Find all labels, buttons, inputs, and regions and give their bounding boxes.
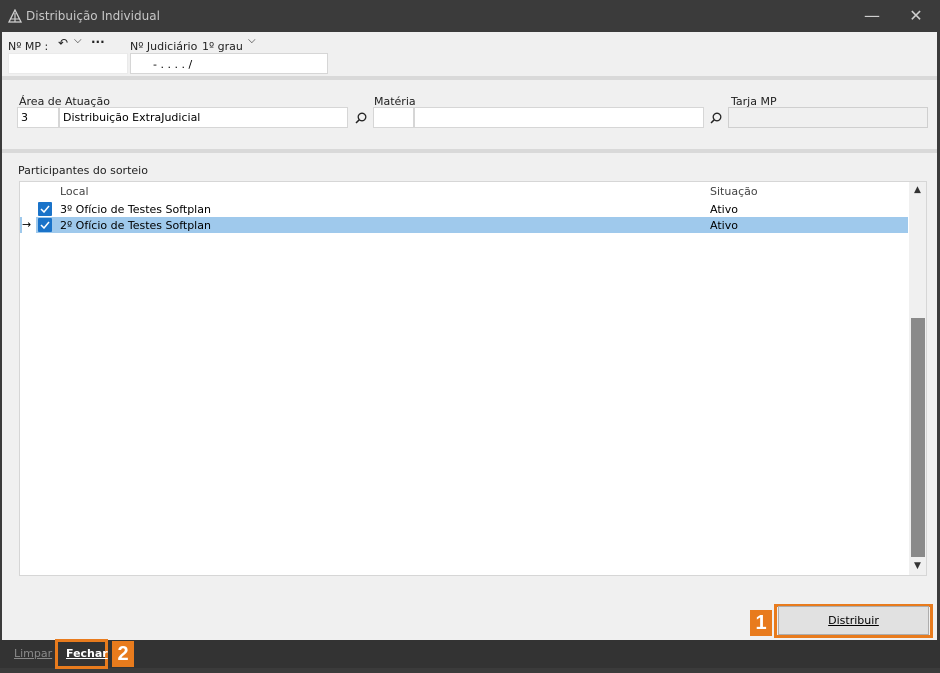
table-header: Local Situação — [20, 183, 908, 199]
table-row-selected[interactable]: → 2º Ofício de Testes Softplan Ativo — [20, 217, 908, 233]
grau-select[interactable]: 1º grau — [202, 40, 243, 53]
close-button[interactable]: ✕ — [906, 6, 926, 26]
callout-number-2: 2 — [112, 641, 134, 667]
cell-situacao: Ativo — [710, 219, 738, 232]
title-bar: Distribuição Individual — ✕ — [0, 0, 940, 32]
mp-label: Nº MP : — [8, 40, 49, 53]
participants-table: Local Situação 3º Ofício de Testes Softp… — [19, 181, 927, 576]
section-divider-2 — [2, 149, 937, 153]
checkmark-icon — [40, 221, 50, 230]
grau-chevron-down-icon[interactable]: ⌵ — [248, 35, 256, 46]
section-divider — [2, 76, 937, 80]
row-checkbox[interactable] — [38, 202, 52, 216]
mp-number-field[interactable] — [8, 53, 128, 74]
minimize-button[interactable]: — — [862, 6, 882, 26]
fechar-button[interactable]: Fechar — [66, 647, 108, 660]
judiciario-number-field[interactable]: - . . . . / — [130, 53, 328, 74]
judiciario-label: Nº Judiciário — [130, 40, 198, 53]
distribuir-button[interactable]: Distribuir — [778, 606, 929, 635]
area-search-icon[interactable] — [355, 112, 367, 124]
materia-search-icon[interactable] — [710, 112, 722, 124]
judiciario-mask: - . . . . / — [153, 58, 193, 71]
bottom-toolbar: Limpar Fechar 2 — [0, 639, 940, 669]
scroll-up-icon[interactable]: ▲ — [909, 182, 926, 198]
distribuir-label: Distribuir — [828, 614, 879, 627]
area-code-field[interactable]: 3 — [17, 107, 59, 128]
scroll-down-icon[interactable]: ▼ — [909, 558, 926, 574]
materia-code-field[interactable] — [373, 107, 414, 128]
window-title: Distribuição Individual — [26, 9, 160, 23]
checkmark-icon — [40, 205, 50, 214]
undo-icon[interactable]: ↶ — [58, 36, 68, 50]
cell-local: 3º Ofício de Testes Softplan — [60, 203, 211, 216]
materia-name-field[interactable] — [414, 107, 704, 128]
app-logo-icon — [8, 9, 22, 23]
app-window: Distribuição Individual — ✕ Nº MP : ↶ ⌵ … — [0, 0, 940, 673]
scrollbar-thumb[interactable] — [911, 318, 925, 557]
column-header-local[interactable]: Local — [60, 185, 89, 198]
content-area: Nº MP : ↶ ⌵ ··· Nº Judiciário 1º grau ⌵ … — [2, 32, 937, 640]
cell-situacao: Ativo — [710, 203, 738, 216]
participantes-label: Participantes do sorteio — [18, 164, 148, 177]
more-options-icon[interactable]: ··· — [91, 35, 105, 49]
cell-local: 2º Ofício de Testes Softplan — [60, 219, 211, 232]
chevron-down-icon[interactable]: ⌵ — [74, 35, 82, 46]
table-row[interactable]: 3º Ofício de Testes Softplan Ativo — [20, 201, 908, 217]
limpar-button[interactable]: Limpar — [14, 647, 52, 660]
vertical-scrollbar[interactable]: ▲ ▼ — [909, 182, 926, 575]
current-row-arrow-icon: → — [22, 217, 36, 233]
tarja-field — [728, 107, 928, 128]
column-header-situacao[interactable]: Situação — [710, 185, 758, 198]
row-checkbox[interactable] — [38, 218, 52, 232]
area-name-field[interactable]: Distribuição ExtraJudicial — [59, 107, 348, 128]
callout-number-1: 1 — [750, 610, 772, 636]
